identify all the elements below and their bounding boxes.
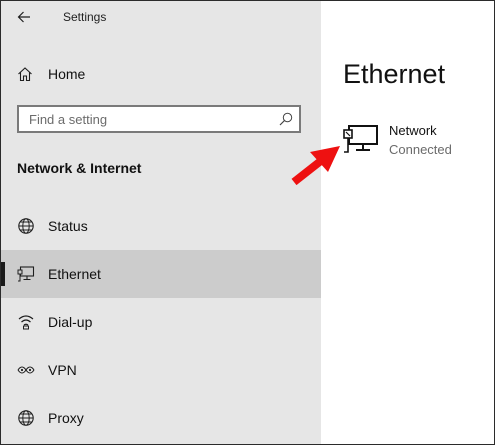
proxy-globe-icon — [18, 410, 34, 426]
back-arrow-icon — [17, 11, 30, 23]
sidebar-item-ethernet[interactable]: Ethernet — [1, 250, 321, 298]
section-heading: Network & Internet — [17, 160, 142, 176]
network-name: Network — [389, 123, 437, 138]
title-bar: Settings — [1, 1, 321, 35]
sidebar-item-label: Proxy — [48, 410, 84, 426]
search-icon[interactable] — [279, 112, 293, 126]
settings-window: Settings Home Network & Internet — [0, 0, 495, 445]
search-box — [17, 105, 301, 133]
sidebar-item-label: Ethernet — [48, 266, 101, 282]
dial-up-icon — [18, 315, 34, 330]
sidebar-item-vpn[interactable]: VPN — [1, 346, 321, 394]
network-connection[interactable]: Network Connected — [343, 121, 483, 165]
sidebar-item-dial-up[interactable]: Dial-up — [1, 298, 321, 346]
sidebar-item-proxy[interactable]: Proxy — [1, 394, 321, 442]
back-button[interactable] — [9, 5, 39, 29]
sidebar-nav: Status Ethernet Dial-up VPN Proxy — [1, 202, 321, 442]
sidebar-item-label: Status — [48, 218, 88, 234]
red-arrow-annotation — [291, 146, 340, 186]
sidebar-item-label: VPN — [48, 362, 77, 378]
content-pane: Ethernet Network Connected — [321, 1, 494, 444]
ethernet-network-icon — [343, 125, 378, 153]
ethernet-icon — [17, 266, 35, 282]
sidebar: Settings Home Network & Internet — [1, 1, 321, 444]
globe-icon — [18, 218, 34, 234]
home-icon — [18, 67, 32, 82]
network-status: Connected — [389, 142, 452, 157]
sidebar-item-label: Dial-up — [48, 314, 93, 330]
home-label: Home — [48, 66, 86, 82]
search-input[interactable] — [19, 107, 279, 131]
sidebar-item-status[interactable]: Status — [1, 202, 321, 250]
page-title: Ethernet — [343, 59, 446, 89]
window-title: Settings — [63, 10, 107, 24]
vpn-icon — [17, 366, 35, 374]
selection-indicator — [1, 262, 5, 286]
home-link[interactable]: Home — [1, 57, 321, 93]
